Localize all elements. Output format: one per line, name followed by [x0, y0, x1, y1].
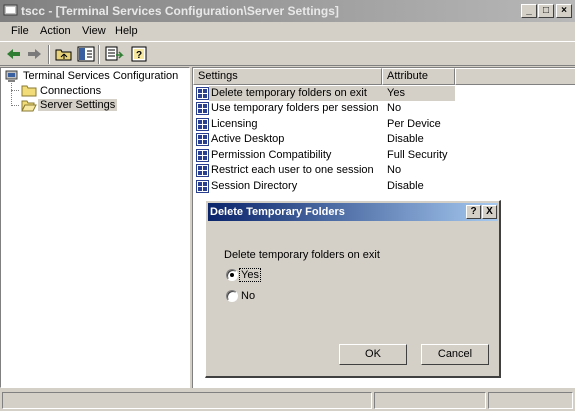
table-row[interactable]: Restrict each user to one session No [193, 163, 575, 178]
setting-attribute: Disable [387, 180, 424, 192]
setting-name: Licensing [211, 118, 258, 130]
radio-yes[interactable] [226, 269, 238, 281]
column-header-filler [455, 68, 575, 85]
status-panel [488, 392, 573, 409]
dialog-close-button[interactable]: X [482, 205, 497, 219]
setting-icon [196, 133, 209, 146]
tree-item-server-settings[interactable]: Server Settings [38, 99, 118, 111]
tree-line [11, 83, 12, 106]
status-panel [374, 392, 486, 409]
radio-selected-dot [230, 273, 234, 277]
menu-help[interactable]: Help [115, 25, 138, 37]
setting-attribute: Per Device [387, 118, 441, 130]
tree-line [11, 105, 19, 106]
up-folder-icon[interactable] [54, 45, 74, 63]
open-folder-icon [21, 100, 37, 112]
delete-temporary-folders-dialog: Delete Temporary Folders ? X Delete temp… [205, 200, 501, 378]
window-title: tscc - [Terminal Services Configuration\… [21, 4, 339, 18]
svg-text:?: ? [136, 50, 142, 61]
menu-action[interactable]: Action [40, 25, 71, 37]
setting-name: Session Directory [211, 180, 298, 192]
setting-icon [196, 164, 209, 177]
setting-icon [196, 87, 209, 100]
table-row[interactable]: Active Desktop Disable [193, 132, 575, 147]
table-row[interactable]: Permission Compatibility Full Security [193, 148, 575, 163]
setting-attribute: Yes [387, 87, 405, 99]
setting-attribute: No [387, 102, 402, 114]
setting-name: Active Desktop [211, 133, 285, 145]
radio-no[interactable] [226, 290, 238, 302]
ok-button[interactable]: OK [339, 344, 407, 365]
dialog-help-button[interactable]: ? [466, 205, 481, 219]
table-row[interactable]: Delete temporary folders on exit Yes [193, 86, 575, 101]
folder-icon [21, 85, 37, 97]
setting-name: Delete temporary folders on exit [211, 87, 367, 99]
menu-view[interactable]: View [82, 25, 106, 37]
computer-icon [5, 70, 18, 82]
status-bar [0, 390, 575, 411]
dialog-title-bar[interactable]: Delete Temporary Folders ? X [208, 203, 498, 221]
tree-item-connections[interactable]: Connections [40, 85, 101, 97]
show-hide-tree-icon[interactable] [76, 45, 96, 63]
cancel-button[interactable]: Cancel [421, 344, 489, 365]
console-tree: Terminal Services Configuration Connecti… [0, 67, 190, 388]
setting-icon [196, 118, 209, 131]
menu-file[interactable]: File [11, 25, 29, 37]
setting-name: Permission Compatibility [211, 149, 332, 161]
maximize-button[interactable]: □ [538, 4, 554, 18]
close-button[interactable]: × [556, 4, 572, 18]
back-arrow-icon[interactable] [4, 45, 24, 63]
setting-icon [196, 180, 209, 193]
help-icon[interactable]: ? [130, 45, 150, 63]
toolbar: ? [0, 41, 575, 66]
setting-name: Use temporary folders per session [211, 102, 379, 114]
setting-attribute: Full Security [387, 149, 448, 161]
column-header-settings[interactable]: Settings [193, 68, 382, 85]
setting-icon [196, 102, 209, 115]
dialog-prompt: Delete temporary folders on exit [224, 249, 380, 261]
column-header-attribute[interactable]: Attribute [382, 68, 455, 85]
setting-attribute: No [387, 164, 402, 176]
radio-no-label[interactable]: No [241, 290, 255, 302]
setting-name: Restrict each user to one session [211, 164, 374, 176]
forward-arrow-icon[interactable] [24, 45, 44, 63]
table-row[interactable]: Session Directory Disable [193, 179, 575, 194]
table-row[interactable]: Licensing Per Device [193, 117, 575, 132]
app-icon [3, 4, 18, 18]
window-title-bar[interactable]: tscc - [Terminal Services Configuration\… [0, 0, 575, 22]
tree-root-label[interactable]: Terminal Services Configuration [23, 70, 178, 82]
toolbar-separator [48, 45, 50, 64]
radio-yes-label[interactable]: Yes [239, 268, 261, 282]
menu-bar: File Action View Help [0, 22, 575, 41]
table-row[interactable]: Use temporary folders per session No [193, 101, 575, 116]
tree-line [11, 90, 19, 91]
minimize-button[interactable]: _ [521, 4, 537, 18]
setting-attribute: Disable [387, 133, 424, 145]
toolbar-separator [98, 45, 100, 64]
export-list-icon[interactable] [104, 45, 124, 63]
status-panel [2, 392, 372, 409]
setting-icon [196, 149, 209, 162]
dialog-title: Delete Temporary Folders [210, 206, 345, 218]
